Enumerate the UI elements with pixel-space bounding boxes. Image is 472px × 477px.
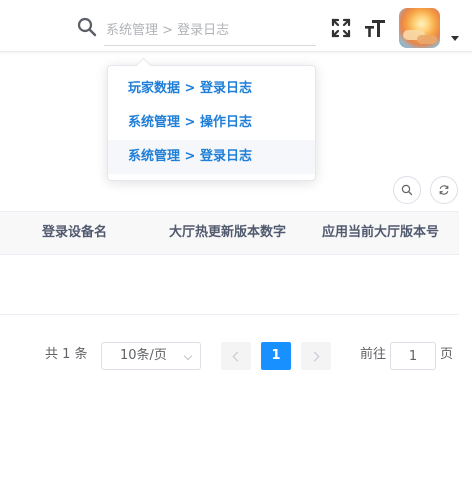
font-size-icon[interactable] xyxy=(364,17,386,39)
chevron-right-icon xyxy=(309,351,320,361)
chevron-left-icon xyxy=(232,351,243,361)
table-row-divider xyxy=(0,314,459,315)
top-navbar xyxy=(0,0,472,52)
chevron-down-icon xyxy=(183,351,193,361)
suggestion-item-active[interactable]: 系统管理 > 登录日志 xyxy=(108,140,315,174)
page-suffix-label: 页 xyxy=(440,347,454,362)
fullscreen-icon[interactable] xyxy=(331,18,351,38)
avatar[interactable] xyxy=(399,8,440,48)
suggestion-item[interactable]: 系统管理 > 操作日志 xyxy=(108,106,315,140)
search-suggestion-dropdown: 玩家数据 > 登录日志 系统管理 > 操作日志 系统管理 > 登录日志 xyxy=(107,65,316,181)
pagination-total: 共 1 条 xyxy=(45,347,88,362)
column-header[interactable]: 大厅热更新版本数字 xyxy=(169,212,286,254)
menu-search-input[interactable] xyxy=(104,16,316,46)
next-page-button[interactable] xyxy=(301,342,331,370)
goto-page-input[interactable] xyxy=(390,342,436,370)
search-icon xyxy=(401,184,413,196)
goto-label: 前往 xyxy=(360,347,387,362)
suggestion-item[interactable]: 玩家数据 > 登录日志 xyxy=(108,72,315,106)
page-size-select[interactable]: 10条/页 xyxy=(101,342,201,370)
page-number-current[interactable]: 1 xyxy=(261,342,291,370)
table-header: 登录设备名 大厅热更新版本数字 应用当前大厅版本号 xyxy=(0,211,459,255)
caret-down-icon[interactable] xyxy=(451,36,459,41)
column-header[interactable]: 登录设备名 xyxy=(42,212,107,254)
toggle-search-button[interactable] xyxy=(393,176,421,204)
refresh-icon xyxy=(439,185,449,195)
column-header[interactable]: 应用当前大厅版本号 xyxy=(322,212,439,254)
search-icon[interactable] xyxy=(77,17,97,37)
prev-page-button[interactable] xyxy=(221,342,251,370)
avatar-cloud xyxy=(417,35,437,44)
page-size-value: 10条/页 xyxy=(120,348,167,363)
refresh-button[interactable] xyxy=(430,176,458,204)
